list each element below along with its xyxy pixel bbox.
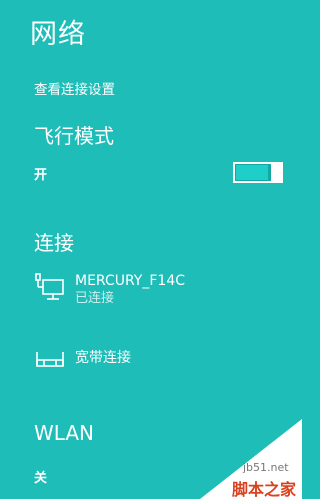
network-item-broadband[interactable]: 宽带连接 [34, 342, 264, 374]
wlan-heading: WLAN [34, 421, 95, 445]
toggle-fill [236, 165, 268, 180]
wlan-state: 关 [34, 471, 48, 486]
network-item-text: MERCURY_F14C 已连接 [75, 272, 185, 308]
network-name: 宽带连接 [75, 350, 131, 366]
view-connection-settings-link[interactable]: 查看连接设置 [34, 78, 115, 98]
airplane-mode-toggle[interactable] [233, 162, 283, 183]
airplane-mode-heading: 飞行模式 [34, 124, 114, 148]
wired-network-icon [35, 273, 64, 300]
watermark-url: jb51.net [243, 461, 289, 474]
connections-heading: 连接 [34, 231, 74, 255]
watermark-brand: 脚本之家 [232, 480, 297, 499]
toggle-knob[interactable] [271, 164, 281, 181]
network-item-mercury[interactable]: MERCURY_F14C 已连接 [34, 272, 264, 308]
page-title: 网络 [30, 19, 86, 50]
broadband-icon [36, 352, 64, 367]
network-status: 已连接 [75, 291, 115, 306]
network-name: MERCURY_F14C [75, 273, 186, 289]
airplane-mode-state: 开 [34, 168, 48, 183]
